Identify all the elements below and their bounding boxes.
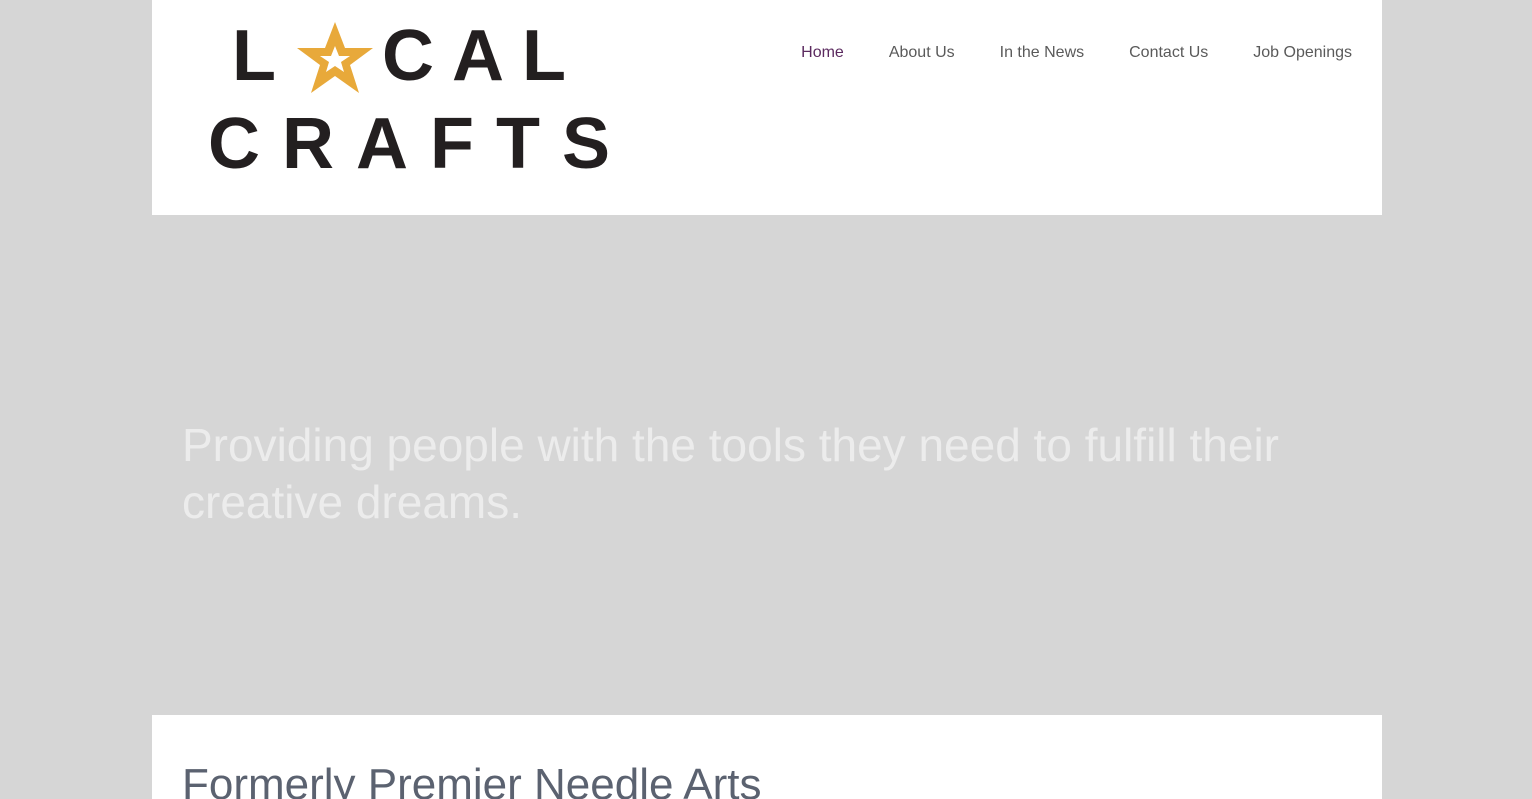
nav-contact-us[interactable]: Contact Us	[1129, 44, 1208, 62]
logo-letters-cal: CAL	[381, 16, 584, 96]
content-heading: Formerly Premier Needle Arts	[182, 760, 762, 799]
logo-line-top: L CAL	[232, 20, 584, 96]
main-nav: Home About Us In the News Contact Us Job…	[801, 44, 1352, 62]
site-logo[interactable]: L CAL CRAFTS	[208, 20, 610, 180]
site-header: L CAL CRAFTS Home About Us In the News C…	[152, 0, 1382, 215]
nav-home[interactable]: Home	[801, 44, 844, 62]
logo-letter-l: L	[232, 16, 294, 96]
star-icon	[296, 22, 373, 93]
nav-job-openings[interactable]: Job Openings	[1253, 44, 1352, 62]
main-content: Formerly Premier Needle Arts	[152, 715, 1382, 799]
hero-tagline: Providing people with the tools they nee…	[182, 419, 1279, 528]
nav-about-us[interactable]: About Us	[889, 44, 955, 62]
logo-line-bottom: CRAFTS	[208, 104, 632, 184]
nav-in-the-news[interactable]: In the News	[1000, 44, 1084, 62]
hero-banner: Providing people with the tools they nee…	[0, 215, 1532, 715]
